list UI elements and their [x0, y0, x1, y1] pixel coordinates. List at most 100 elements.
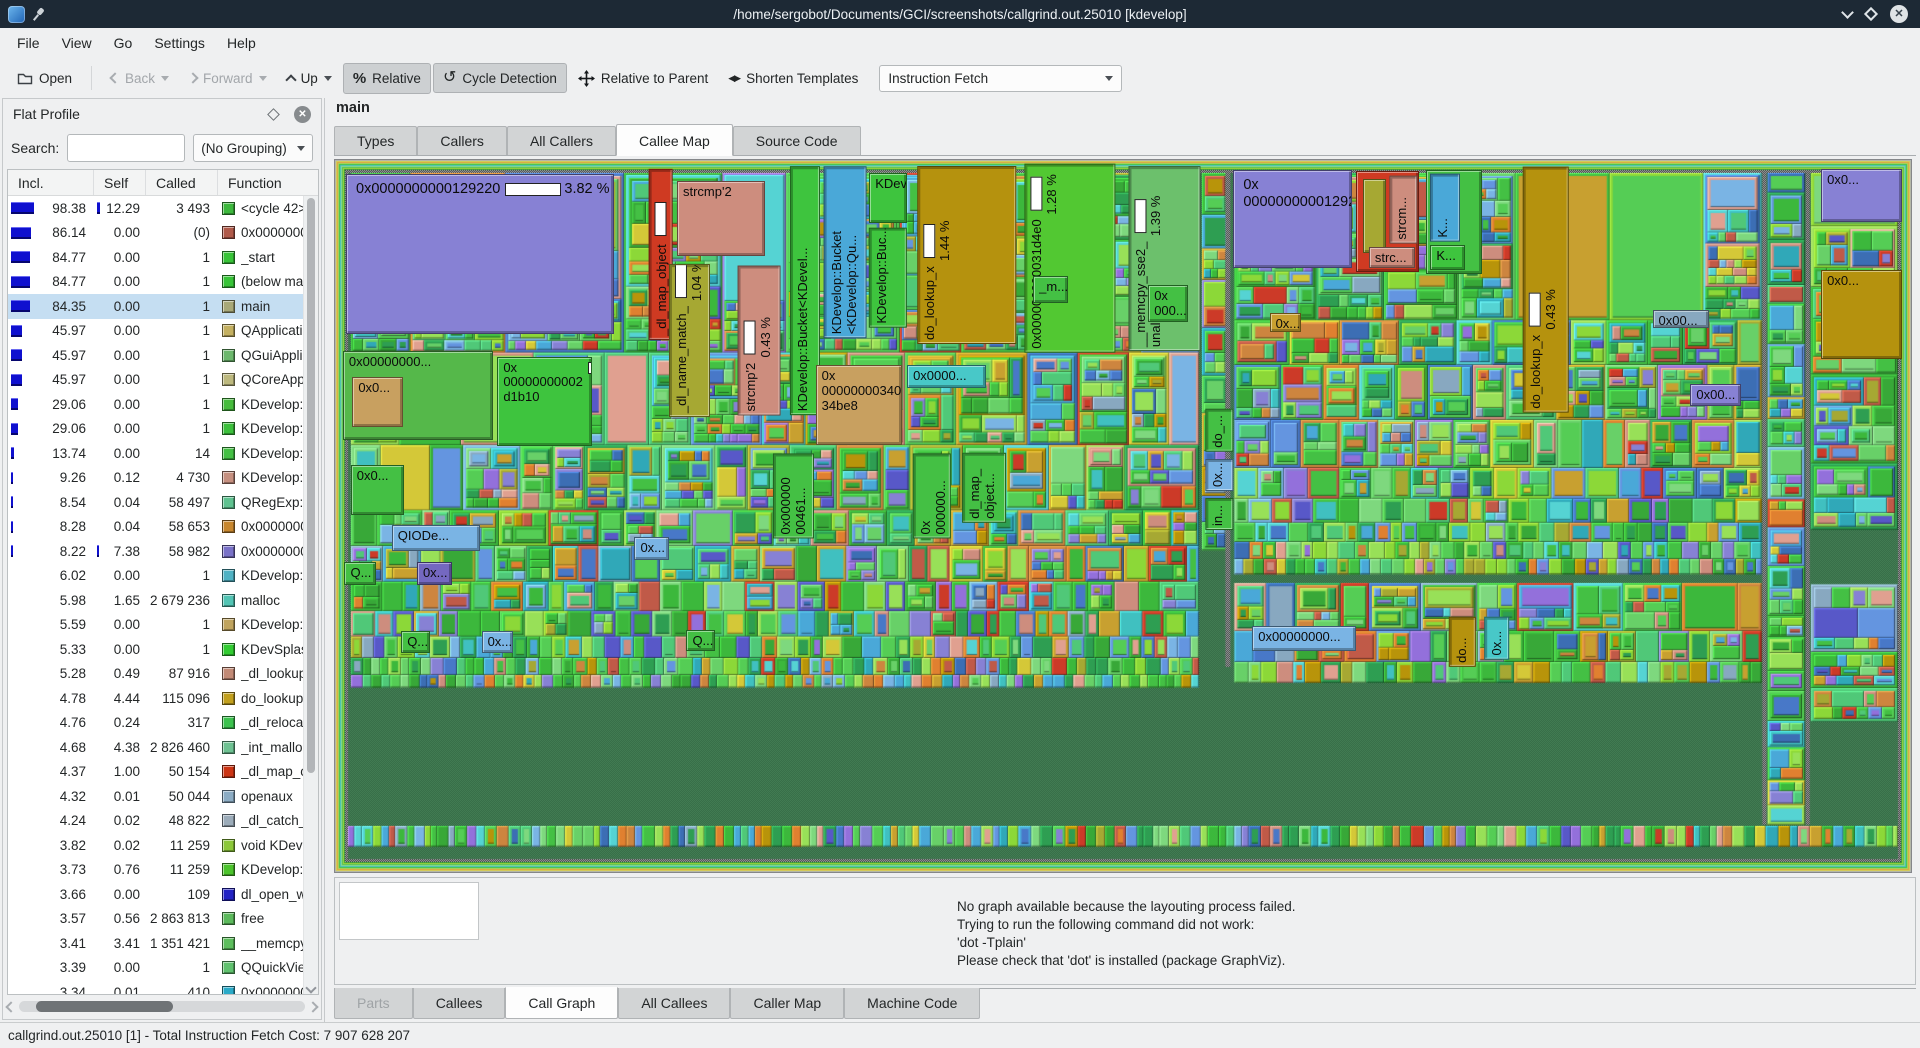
table-row-kdevelop[interactable]: 3.730.7611 259KDevelop:: [8, 858, 303, 883]
treemap-cell-in[interactable]: in... [1205, 498, 1233, 530]
treemap-cell-0x[interactable]: 0x... [1270, 313, 1302, 332]
tab-all-callees[interactable]: All Callees [618, 988, 730, 1019]
treemap-cell-k[interactable]: K... [1430, 245, 1465, 270]
treemap-cell-q[interactable]: Q... [344, 562, 376, 585]
treemap-cell-0x0000[interactable]: 0x0000... [907, 365, 986, 388]
table-header[interactable]: Incl. Self Called Function [8, 170, 318, 196]
table-hscrollbar[interactable] [7, 998, 317, 1015]
tab-machine-code[interactable]: Machine Code [844, 988, 980, 1019]
table-row-memcpy[interactable]: 3.413.411 351 421__memcpy [8, 931, 303, 956]
close-panel-icon[interactable]: ✕ [294, 106, 311, 123]
float-panel-icon[interactable] [267, 108, 280, 121]
treemap-cell-0x[interactable]: 0x... [1205, 459, 1233, 491]
tab-caller-map[interactable]: Caller Map [730, 988, 844, 1019]
treemap-cell-0x[interactable]: 0x... [1484, 617, 1509, 660]
treemap-cell-0x-00000000340-34be8[interactable]: 0x 00000000340 34be8 [816, 365, 903, 445]
table-row-void-kdev[interactable]: 3.820.0211 259void KDev [8, 833, 303, 858]
table-row-qregexp[interactable]: 8.540.0458 497QRegExp:: [8, 490, 303, 515]
treemap-cell-strcm[interactable]: strcm... [1389, 176, 1417, 244]
tab-callee-map[interactable]: Callee Map [616, 124, 733, 156]
grouping-select[interactable]: (No Grouping) [193, 134, 313, 162]
search-input[interactable] [67, 134, 185, 162]
treemap-cell-0x000000000031d4e0[interactable]: 0x000000000031d4e01.28 % [1024, 164, 1115, 353]
event-type-select[interactable]: Instruction Fetch [879, 65, 1122, 92]
treemap-cell-0x00000000[interactable]: 0x00000000... [1252, 626, 1356, 650]
treemap-cell-0x-000[interactable]: 0x 000... [1148, 285, 1187, 322]
table-row-kdevelop[interactable]: 5.590.001KDevelop:: [8, 613, 303, 638]
table-row-malloc[interactable]: 5.981.652 679 236malloc [8, 588, 303, 613]
treemap-cell-block[interactable] [1363, 179, 1387, 254]
treemap-cell-0x0[interactable]: 0x0... [1821, 169, 1901, 222]
treemap-cell-0x[interactable]: 0x... [417, 562, 452, 585]
table-row-qapplicati[interactable]: 45.970.001QApplicati [8, 319, 303, 344]
treemap-cell-strcmp-2[interactable]: strcmp'2 [677, 181, 765, 256]
treemap-cell-q[interactable]: Q... [686, 630, 714, 651]
treemap-cell-0x0[interactable]: 0x0... [352, 377, 402, 427]
scroll-right-icon[interactable] [307, 1001, 318, 1012]
table-row-qguiappli[interactable]: 45.970.001QGuiAppli [8, 343, 303, 368]
table-row-dl-reloca[interactable]: 4.760.24317_dl_reloca [8, 711, 303, 736]
menu-go[interactable]: Go [103, 31, 144, 55]
treemap-cell-dl-map-object[interactable]: dl_map_ object... [962, 453, 1006, 523]
treemap-cell-strc[interactable]: strc... [1369, 247, 1415, 268]
menu-settings[interactable]: Settings [143, 31, 216, 55]
treemap-cell-0x-00000000002-d1b10[interactable]: 0x 00000000002 d1b100.61 % [497, 357, 592, 446]
table-row-dl-open-w[interactable]: 3.660.00109dl_open_w [8, 882, 303, 907]
treemap-cell-memcpy-sse2-unaligned[interactable]: __memcpy_sse2_ unaligned1.39 % [1128, 166, 1200, 351]
tab-types[interactable]: Types [334, 126, 417, 155]
table-row-start[interactable]: 84.770.001_start [8, 245, 303, 270]
table-row-kdevelop[interactable]: 29.060.001KDevelop:: [8, 392, 303, 417]
table-row-qcoreappl[interactable]: 45.970.001QCoreAppl [8, 368, 303, 393]
open-button[interactable]: Open [8, 65, 81, 92]
tab-callers[interactable]: Callers [417, 126, 507, 155]
table-row-kdevelop[interactable]: 29.060.001KDevelop:: [8, 417, 303, 442]
scroll-down-icon[interactable] [305, 982, 316, 993]
table-row-0x0000000[interactable]: 8.280.0458 6530x0000000 [8, 515, 303, 540]
table-row-main[interactable]: 84.350.001main [8, 294, 303, 319]
tab-callees[interactable]: Callees [413, 988, 506, 1019]
tab-all-callers[interactable]: All Callers [507, 126, 616, 155]
treemap-cell-m[interactable]: _m... [1033, 276, 1068, 303]
treemap-cell-0x[interactable]: 0x... [634, 537, 669, 560]
table-row-dl-lookup[interactable]: 5.280.4987 916_dl_lookup [8, 662, 303, 687]
table-row-cycle-42[interactable]: 98.3812.293 493<cycle 42> [8, 196, 303, 221]
treemap-cell-kdev[interactable]: KDev... [869, 173, 907, 223]
table-row-kdevelop[interactable]: 13.740.0014KDevelop:: [8, 441, 303, 466]
treemap-cell-0x000000-00461[interactable]: 0x000000 00461... [773, 453, 814, 538]
table-row-int-mallo[interactable]: 4.684.382 826 460_int_mallo [8, 735, 303, 760]
menu-help[interactable]: Help [216, 31, 267, 55]
treemap-cell-0x-000000[interactable]: 0x 000000... [913, 453, 951, 538]
table-row-0x0000000[interactable]: 86.140.00(0)0x0000000 [8, 221, 303, 246]
shorten-templates-button[interactable]: ◀▶ Shorten Templates [719, 65, 867, 92]
menu-file[interactable]: File [6, 31, 51, 55]
treemap-cell-q[interactable]: Q... [401, 631, 429, 652]
treemap-cell-0x0[interactable]: 0x0... [1821, 270, 1901, 359]
treemap-cell-do[interactable]: do... [1449, 617, 1476, 667]
table-row-kdevelop[interactable]: 9.260.124 730KDevelop:: [8, 466, 303, 491]
table-row-kdevsplas[interactable]: 5.330.001KDevSplas [8, 637, 303, 662]
table-row-below-mai[interactable]: 84.770.001(below mai [8, 270, 303, 295]
treemap-cell-kdevelop-bucket-kdevelop-qu[interactable]: KDevelop::Bucket <KDevelop::Qu... [824, 166, 867, 338]
table-row-qquickvie[interactable]: 3.390.001QQuickVie [8, 956, 303, 981]
menu-view[interactable]: View [51, 31, 103, 55]
table-vscrollbar[interactable] [303, 196, 318, 994]
back-button[interactable]: Back [102, 65, 178, 92]
vscroll-thumb[interactable] [307, 198, 315, 773]
treemap-cell-strcmp-2[interactable]: strcmp'20.43 % [738, 266, 781, 416]
close-icon[interactable]: ✕ [1890, 5, 1908, 23]
table-row-do-lookup[interactable]: 4.784.44115 096do_lookup [8, 686, 303, 711]
table-row-openaux[interactable]: 4.320.0150 044openaux [8, 784, 303, 809]
treemap-cell-0x00[interactable]: 0x00... [1653, 310, 1710, 329]
treemap-cell-0x0[interactable]: 0x0... [351, 465, 405, 515]
treemap-cell-qiode[interactable]: QIODe... [392, 525, 480, 551]
treemap-cell-dl-name-match[interactable]: _dl_name_match_1.04 % [669, 264, 710, 417]
table-row-dl-catch[interactable]: 4.240.0248 822_dl_catch_ [8, 809, 303, 834]
cycle-detection-toggle[interactable]: ↺ Cycle Detection [433, 63, 567, 93]
treemap-cell-0x00[interactable]: 0x00... [1690, 384, 1740, 405]
treemap-cell-k[interactable]: K... [1430, 174, 1460, 242]
tab-parts[interactable]: Parts [334, 988, 413, 1019]
table-row-0x0000000[interactable]: 3.340.014100x0000000 [8, 980, 303, 994]
up-button[interactable]: Up [278, 65, 341, 92]
treemap-cell-0x[interactable]: 0x... [482, 631, 514, 652]
callee-map[interactable]: 0x00000000001292203.82 %_dl_map_object1.… [334, 159, 1912, 873]
